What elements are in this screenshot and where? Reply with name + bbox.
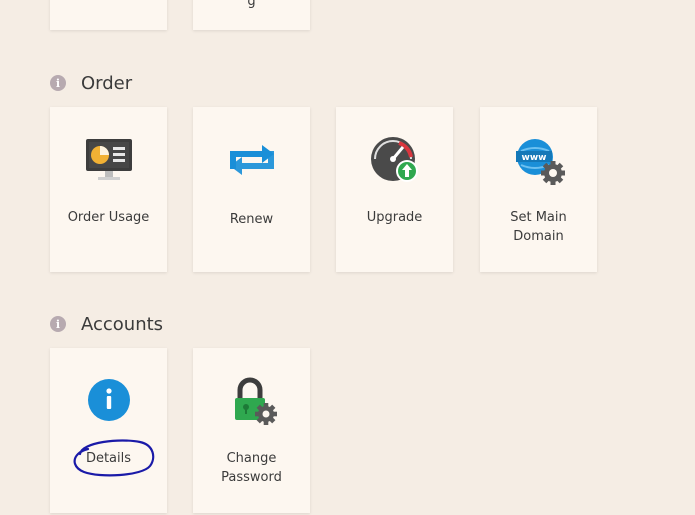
accounts-section-title: Accounts <box>81 313 164 335</box>
monitor-chart-icon <box>85 139 132 180</box>
www-globe-gear-icon: www <box>515 139 565 185</box>
info-circle-icon <box>87 379 130 421</box>
renew-label: Renew <box>229 212 274 227</box>
order-section-title: Order <box>81 72 133 94</box>
renew-arrows-icon <box>229 145 274 175</box>
renew-tile[interactable]: Renew <box>193 107 310 272</box>
accounts-section-header: i Accounts <box>50 312 163 336</box>
info-icon[interactable]: i <box>50 316 66 332</box>
top-tile-1[interactable] <box>50 0 167 30</box>
upgrade-tile[interactable]: Upgrade <box>336 107 453 272</box>
set-main-domain-tile[interactable]: www Set Main Domain <box>480 107 597 272</box>
order-usage-label: Order Usage <box>67 210 150 225</box>
lock-gear-icon <box>234 377 277 425</box>
annotation-circle <box>73 439 155 477</box>
set-main-domain-label: Set Main Domain <box>510 210 567 244</box>
order-section-header: i Order <box>50 71 132 95</box>
change-password-label: Change Password <box>221 451 282 485</box>
top-tile-2[interactable]: g <box>193 0 310 30</box>
top-tile-2-label: g <box>247 0 256 9</box>
order-usage-tile[interactable]: Order Usage <box>50 107 167 272</box>
change-password-tile[interactable]: Change Password <box>193 348 310 513</box>
svg-text:www: www <box>521 153 546 163</box>
speedometer-upgrade-icon <box>370 137 418 182</box>
upgrade-label: Upgrade <box>366 210 423 225</box>
details-tile[interactable]: Details <box>50 348 167 513</box>
info-icon[interactable]: i <box>50 75 66 91</box>
